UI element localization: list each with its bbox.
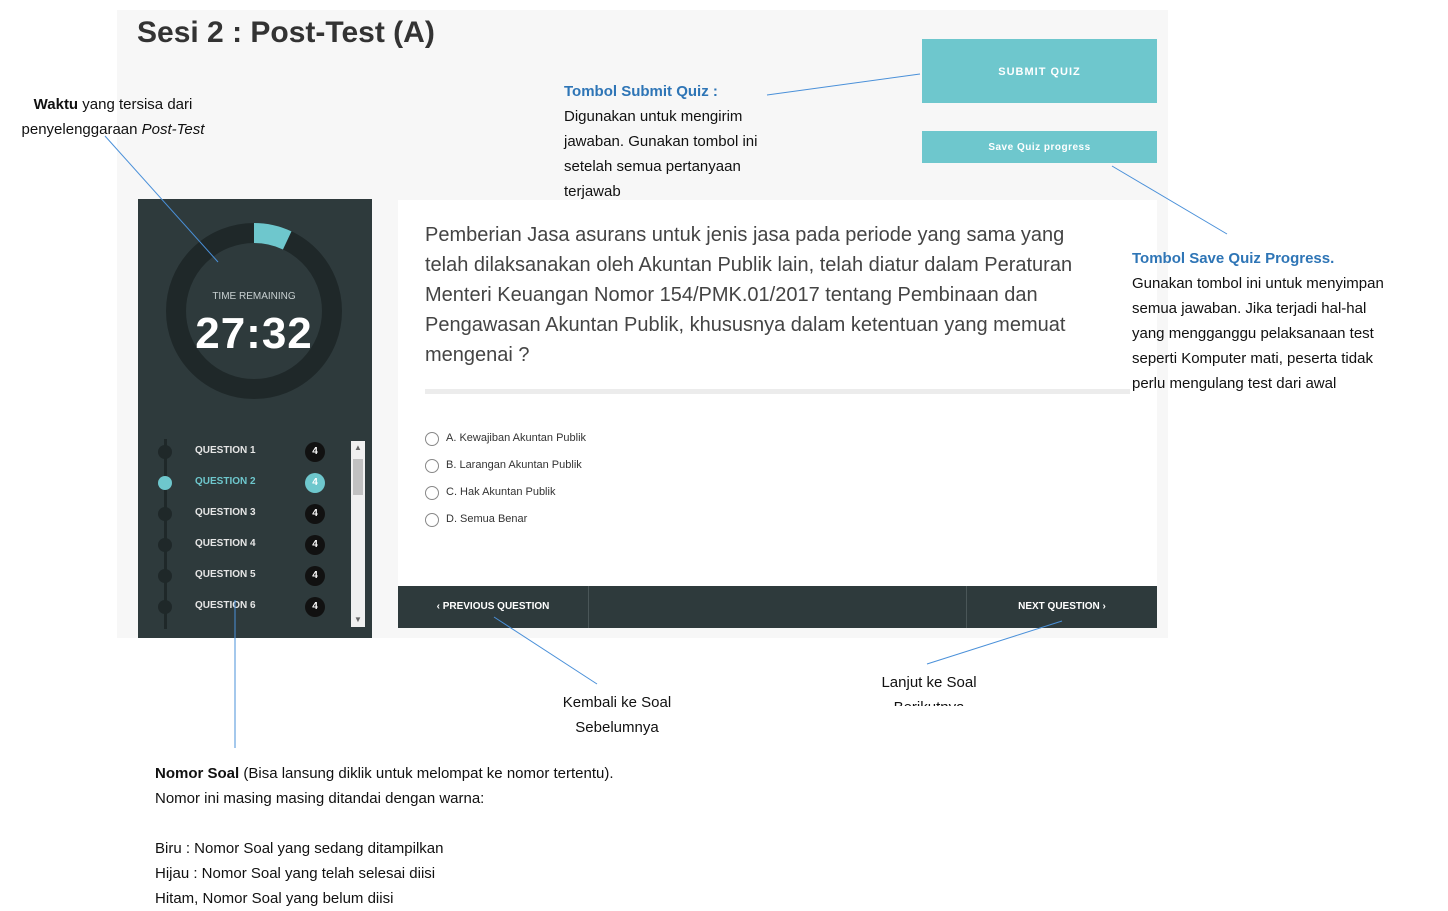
prev-connector-line — [493, 616, 598, 685]
prev-annotation-line: Sebelumnya — [575, 719, 659, 736]
next-annotation-line: Lanjut ke Soal — [881, 674, 977, 691]
submit-annotation-line: Digunakan untuk mengirim — [564, 108, 743, 125]
waktu-annotation: Waktu yang tersisa dari penyelenggaraan … — [8, 92, 218, 142]
submit-annotation-title: Tombol Submit Quiz : — [564, 83, 718, 100]
save-annotation-line: semua jawaban. Jika terjadi hal-hal — [1132, 300, 1367, 317]
save-annotation-line: perlu mengulang test dari awal — [1132, 375, 1337, 392]
waktu-annotation-text: yang tersisa dari — [78, 96, 193, 113]
next-annotation-line: Berikutnya — [849, 695, 1009, 706]
save-annotation-line: seperti Komputer mati, peserta tidak — [1132, 350, 1373, 367]
nomor-annotation-line2: Nomor ini masing masing ditandai dengan … — [155, 790, 485, 807]
save-annotation-title: Tombol Save Quiz Progress. — [1132, 250, 1335, 267]
waktu-annotation-bold: Waktu — [33, 96, 79, 113]
nomor-annotation-bold: Nomor Soal — [155, 765, 240, 782]
waktu-annotation-italic: Post-Test — [141, 121, 205, 138]
submit-annotation-line: setelah semua pertanyaan — [564, 158, 741, 175]
submit-annotation-line: terjawab — [564, 183, 621, 200]
nomor-legend-line: Hijau : Nomor Soal yang telah selesai di… — [155, 865, 436, 882]
nomor-annotation-text: (Bisa lansung diklik untuk melompat ke n… — [239, 765, 614, 782]
waktu-connector-line — [104, 135, 219, 263]
submit-annotation-line: jawaban. Gunakan tombol ini — [564, 133, 758, 150]
save-connector-line — [1111, 165, 1228, 235]
nomor-soal-annotation: Nomor Soal (Bisa lansung diklik untuk me… — [155, 761, 775, 911]
save-annotation-line: Gunakan tombol ini untuk menyimpan — [1132, 275, 1384, 292]
nomor-legend-line: Biru : Nomor Soal yang sedang ditampilka… — [155, 840, 444, 857]
prev-annotation: Kembali ke Soal Sebelumnya — [537, 690, 697, 740]
prev-annotation-line: Kembali ke Soal — [562, 694, 672, 711]
save-annotation-line: yang mengganggu pelaksanaan test — [1132, 325, 1374, 342]
next-annotation: Lanjut ke Soal Berikutnya — [849, 670, 1009, 706]
next-connector-line — [926, 620, 1063, 665]
nomor-annotation-spacer — [155, 811, 775, 836]
waktu-annotation-text2: penyelenggaraan — [21, 121, 142, 138]
nomor-legend-line: Hitam, Nomor Soal yang belum diisi — [155, 890, 394, 907]
submit-annotation: Tombol Submit Quiz : Digunakan untuk men… — [564, 79, 804, 204]
save-annotation: Tombol Save Quiz Progress. Gunakan tombo… — [1132, 246, 1442, 396]
